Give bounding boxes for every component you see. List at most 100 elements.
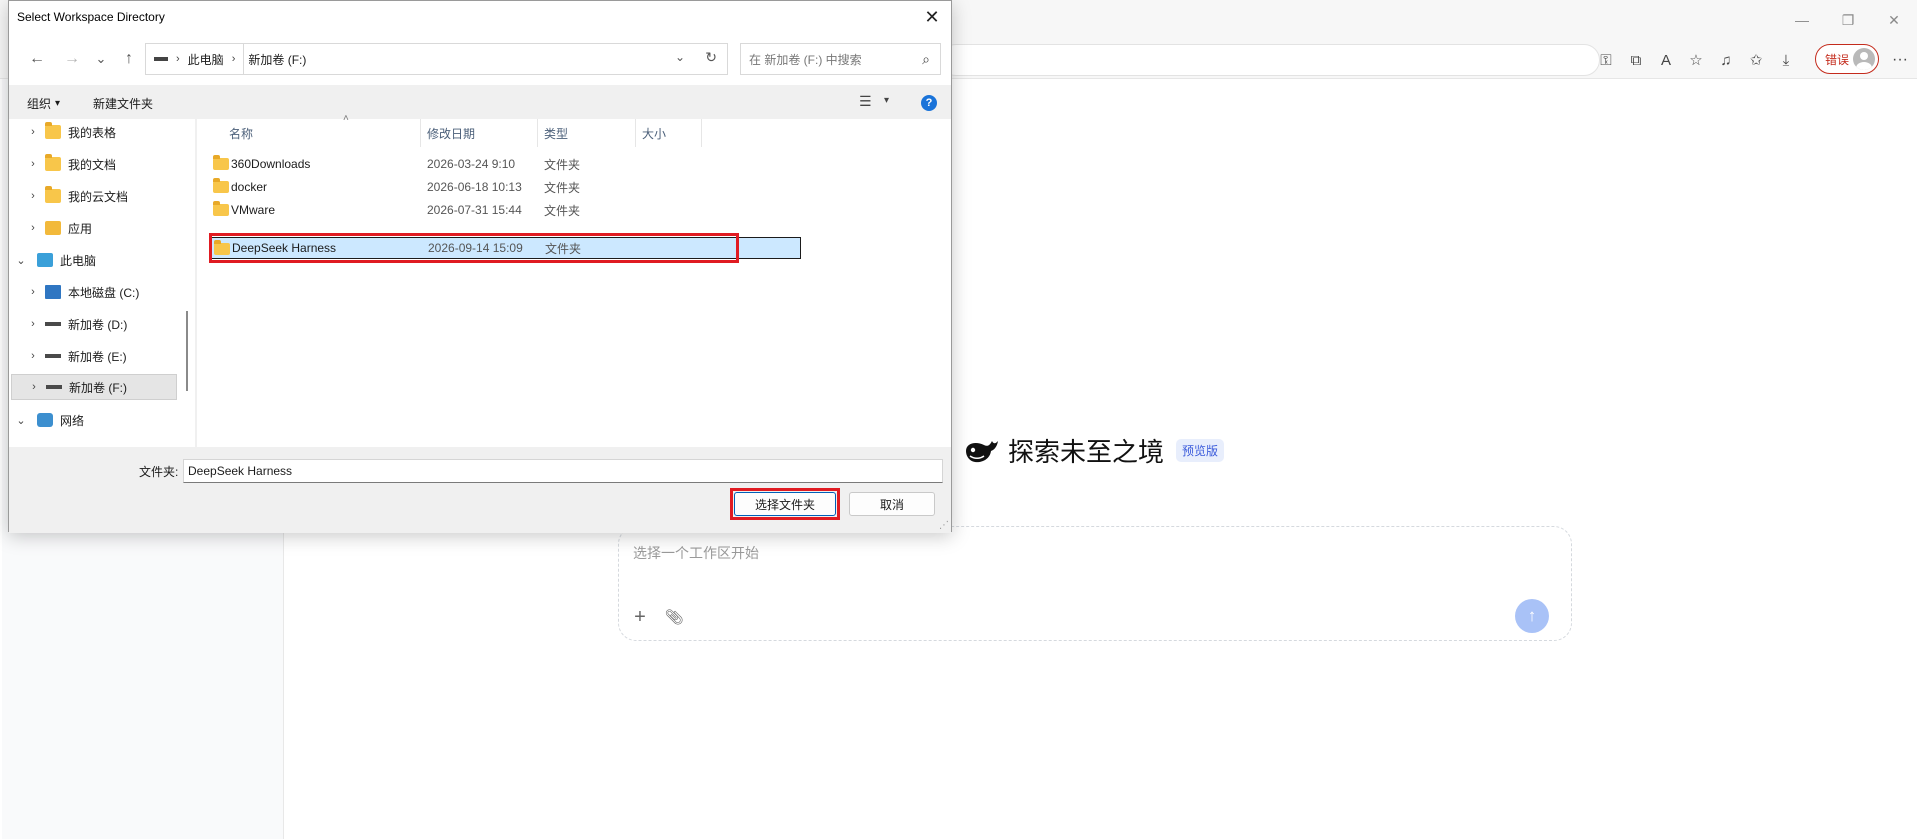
toolbar-icons: ⚿ ⧉ A ☆ ♫ ✩ ⤓ bbox=[1592, 47, 1800, 73]
folder-icon bbox=[214, 240, 230, 255]
navigation-scrollbar[interactable] bbox=[179, 119, 195, 447]
new-folder-button[interactable]: 新建文件夹 bbox=[93, 95, 153, 112]
tree-item-drive-e[interactable]: › 新加卷 (E:) bbox=[9, 343, 175, 369]
download-icon[interactable]: ⤓ bbox=[1772, 47, 1800, 73]
tree-item-my-sheets[interactable]: › 我的表格 bbox=[9, 119, 175, 145]
apps-folder-icon bbox=[45, 221, 61, 235]
folder-icon bbox=[45, 122, 61, 139]
file-modified: 2026-03-24 9:10 bbox=[427, 157, 516, 171]
file-name: VMware bbox=[231, 203, 276, 217]
address-bar[interactable] bbox=[940, 44, 1600, 76]
tree-item-my-documents[interactable]: › 我的文档 bbox=[9, 151, 175, 177]
tree-item-label: 网络 bbox=[60, 413, 85, 428]
view-caret-icon[interactable]: ▾ bbox=[884, 95, 889, 106]
folder-icon bbox=[45, 186, 61, 203]
send-button[interactable]: ↑ bbox=[1515, 599, 1549, 633]
more-menu-icon[interactable]: ··· bbox=[1888, 47, 1912, 73]
refresh-icon[interactable]: ↻ bbox=[705, 49, 717, 66]
key-icon[interactable]: ⚿ bbox=[1592, 47, 1620, 73]
select-workspace-dialog: Select Workspace Directory ✕ ← → ⌄ ↑ › 此… bbox=[8, 0, 952, 533]
search-icon[interactable]: ⌕ bbox=[922, 51, 930, 68]
file-row[interactable]: docker 2026-06-18 10:13 文件夹 bbox=[209, 176, 801, 198]
chevron-right-icon[interactable]: › bbox=[25, 126, 41, 138]
dialog-titlebar: Select Workspace Directory ✕ bbox=[9, 1, 951, 33]
split-screen-icon[interactable]: ⧉ bbox=[1622, 47, 1650, 73]
minimize-button[interactable]: — bbox=[1779, 0, 1825, 40]
avatar bbox=[1853, 48, 1876, 70]
file-row[interactable]: 360Downloads 2026-03-24 9:10 文件夹 bbox=[209, 153, 801, 175]
column-header-type[interactable]: 类型 bbox=[538, 119, 636, 147]
breadcrumb-separator[interactable]: › bbox=[232, 53, 236, 65]
breadcrumb-separator[interactable]: › bbox=[176, 53, 180, 65]
back-arrow-icon[interactable]: ← bbox=[25, 47, 49, 71]
attach-icon[interactable]: 📎︎ bbox=[663, 606, 685, 628]
select-folder-button[interactable]: 选择文件夹 bbox=[734, 492, 836, 516]
tree-item-drive-f[interactable]: › 新加卷 (F:) bbox=[11, 374, 177, 400]
cancel-button[interactable]: 取消 bbox=[849, 492, 935, 516]
file-type: 文件夹 bbox=[544, 203, 581, 218]
folder-icon bbox=[213, 155, 229, 170]
chevron-right-icon[interactable]: › bbox=[26, 381, 42, 393]
tree-item-apps[interactable]: › 应用 bbox=[9, 215, 175, 241]
folder-name-field[interactable]: DeepSeek Harness bbox=[183, 459, 943, 483]
favorite-star-icon[interactable]: ☆ bbox=[1682, 47, 1710, 73]
tree-item-label: 我的表格 bbox=[68, 125, 117, 140]
tree-item-label: 此电脑 bbox=[60, 253, 97, 268]
organize-label: 组织 bbox=[27, 97, 52, 111]
file-modified: 2026-07-31 15:44 bbox=[427, 203, 522, 217]
view-options-icon[interactable]: ☰ bbox=[859, 93, 872, 110]
chevron-down-icon[interactable]: ⌄ bbox=[13, 254, 29, 267]
file-row-selected[interactable]: DeepSeek Harness 2026-09-14 15:09 文件夹 bbox=[209, 237, 801, 259]
profile-error-button[interactable]: 错误 bbox=[1815, 44, 1879, 74]
close-window-button[interactable]: ✕ bbox=[1871, 0, 1917, 40]
chevron-right-icon[interactable]: › bbox=[25, 190, 41, 202]
drive-icon bbox=[45, 322, 61, 326]
scrollbar-thumb[interactable] bbox=[186, 311, 188, 391]
tree-item-drive-c[interactable]: › 本地磁盘 (C:) bbox=[9, 279, 175, 305]
computer-icon bbox=[37, 253, 53, 267]
workspace-composer[interactable]: 选择一个工作区开始 + 📎︎ ↑ bbox=[618, 526, 1572, 641]
column-header-name[interactable]: 名称 bbox=[223, 119, 421, 147]
recent-locations-chevron-icon[interactable]: ⌄ bbox=[89, 47, 113, 71]
chevron-down-icon[interactable]: ⌄ bbox=[13, 414, 29, 427]
tree-item-label: 新加卷 (E:) bbox=[68, 349, 127, 364]
help-icon[interactable]: ? bbox=[921, 95, 937, 111]
navigation-pane: › 我的表格 › 我的文档 › 我的云文档 › 应用 ⌄ 此电脑 › 本地磁盘 … bbox=[9, 119, 195, 447]
restore-button[interactable]: ❐ bbox=[1825, 0, 1871, 40]
preview-badge: 预览版 bbox=[1176, 439, 1225, 462]
organize-button[interactable]: 组织 ▾ bbox=[27, 95, 60, 112]
read-aloud-icon[interactable]: A bbox=[1652, 47, 1680, 73]
window-controls: — ❐ ✕ bbox=[1779, 0, 1917, 40]
tree-item-drive-d[interactable]: › 新加卷 (D:) bbox=[9, 311, 175, 337]
file-name: DeepSeek Harness bbox=[232, 241, 337, 255]
tree-item-this-pc[interactable]: ⌄ 此电脑 bbox=[9, 247, 175, 273]
up-arrow-icon[interactable]: ↑ bbox=[117, 47, 141, 71]
column-header-size[interactable]: 大小 bbox=[636, 119, 702, 147]
music-icon[interactable]: ♫ bbox=[1712, 47, 1740, 73]
chevron-right-icon[interactable]: › bbox=[25, 350, 41, 362]
file-type: 文件夹 bbox=[545, 241, 582, 256]
chevron-down-icon[interactable]: ⌄ bbox=[675, 50, 685, 64]
chevron-right-icon[interactable]: › bbox=[25, 222, 41, 234]
resize-grip-icon[interactable]: ⋰ bbox=[939, 520, 949, 531]
dialog-title: Select Workspace Directory bbox=[17, 10, 165, 24]
chevron-right-icon[interactable]: › bbox=[25, 318, 41, 330]
tree-item-my-cloud-docs[interactable]: › 我的云文档 bbox=[9, 183, 175, 209]
forward-arrow-icon[interactable]: → bbox=[60, 47, 84, 71]
column-header-modified[interactable]: 修改日期 bbox=[421, 119, 538, 147]
tree-item-network[interactable]: ⌄ 网络 bbox=[9, 407, 175, 433]
favorites-icon[interactable]: ✩ bbox=[1742, 47, 1770, 73]
file-modified: 2026-06-18 10:13 bbox=[427, 180, 522, 194]
chevron-right-icon[interactable]: › bbox=[25, 158, 41, 170]
add-icon[interactable]: + bbox=[629, 606, 651, 628]
close-icon[interactable]: ✕ bbox=[917, 3, 947, 31]
file-row[interactable]: VMware 2026-07-31 15:44 文件夹 bbox=[209, 199, 801, 221]
drive-icon bbox=[46, 385, 62, 389]
search-input[interactable]: 在 新加卷 (F:) 中搜索 ⌕ bbox=[740, 43, 941, 75]
file-modified: 2026-09-14 15:09 bbox=[428, 241, 523, 255]
breadcrumb-item-drive-f[interactable]: 新加卷 (F:) bbox=[248, 51, 306, 68]
breadcrumb-item-this-pc[interactable]: 此电脑 bbox=[188, 51, 224, 68]
breadcrumb[interactable]: › 此电脑 › 新加卷 (F:) ⌄ ↻ bbox=[145, 43, 728, 75]
chevron-right-icon[interactable]: › bbox=[25, 286, 41, 298]
folder-label: 文件夹: bbox=[139, 465, 179, 479]
